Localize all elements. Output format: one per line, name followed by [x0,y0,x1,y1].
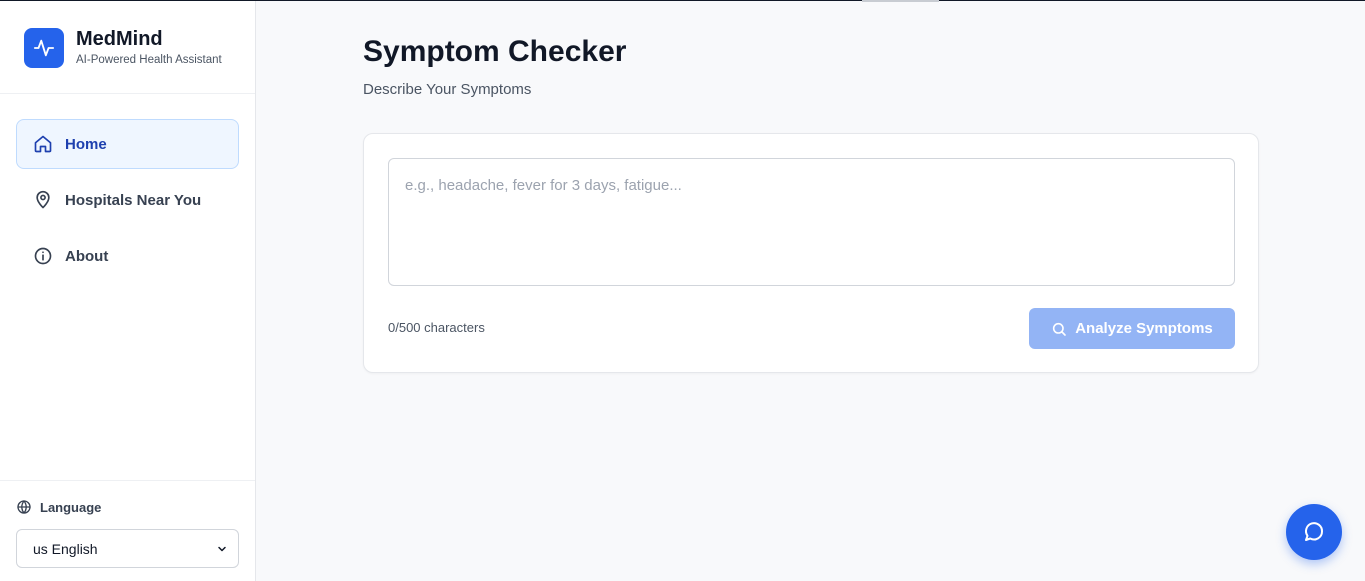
globe-icon [16,499,32,515]
analyze-symptoms-button[interactable]: Analyze Symptoms [1029,308,1235,349]
sidebar-item-about[interactable]: About [16,231,239,281]
brand-tagline: AI-Powered Health Assistant [76,54,222,66]
language-select[interactable]: us English [16,529,239,568]
language-selected-value: us English [33,540,98,557]
brand-name: MedMind [76,28,163,50]
sidebar-item-hospitals[interactable]: Hospitals Near You [16,175,239,225]
language-label-text: Language [40,499,102,515]
divider [0,480,255,481]
map-pin-icon [33,190,53,210]
main-content: Symptom Checker Describe Your Symptoms 0… [256,1,1365,581]
sidebar-nav: Home Hospitals Near You About [16,119,239,287]
brand[interactable]: MedMind AI-Powered Health Assistant [24,27,222,68]
analyze-button-label: Analyze Symptoms [1075,320,1213,337]
chevron-down-icon [216,543,228,555]
activity-pulse-icon [24,27,64,68]
symptom-card: 0/500 characters Analyze Symptoms [363,133,1259,373]
language-label: Language [16,499,101,515]
sidebar-item-home[interactable]: Home [16,119,239,169]
search-icon [1051,321,1067,337]
chat-bubble-icon [1302,520,1326,544]
chat-button[interactable] [1286,504,1342,560]
page-subtitle: Describe Your Symptoms [363,81,532,98]
divider [0,93,255,94]
info-icon [33,246,53,266]
character-count: 0/500 characters [388,320,485,335]
sidebar-item-label: Hospitals Near You [65,191,202,209]
sidebar-item-label: About [65,247,109,265]
symptom-input[interactable] [388,158,1235,286]
home-icon [33,134,53,154]
sidebar: MedMind AI-Powered Health Assistant Home… [0,1,256,581]
page-title: Symptom Checker [363,35,627,68]
sidebar-item-label: Home [65,135,107,153]
